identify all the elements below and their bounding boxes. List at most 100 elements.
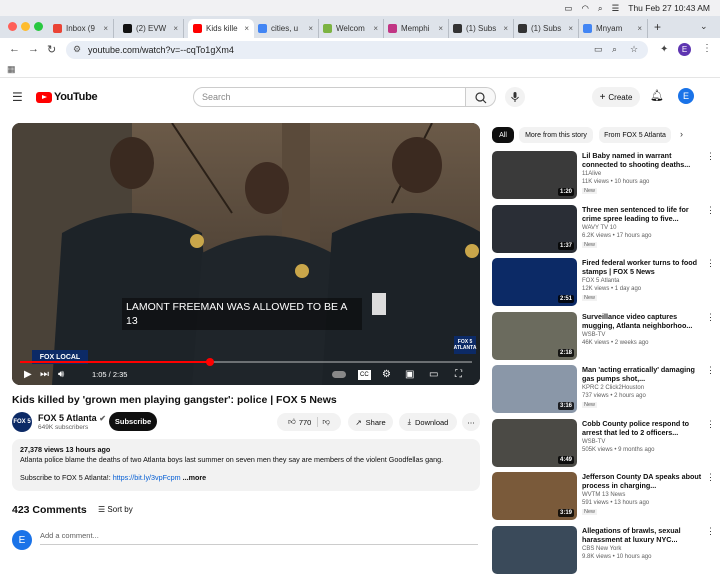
related-thumbnail[interactable]: 3:19 (492, 472, 577, 520)
related-video-item[interactable]: 4:49 Cobb County police respond to arrest… (492, 418, 715, 469)
related-title[interactable]: Cobb County police respond to arrest tha… (582, 419, 702, 437)
battery-icon[interactable]: ▭ (564, 3, 572, 14)
related-video-item[interactable]: Allegations of brawls, sexual harassment… (492, 525, 715, 576)
wifi-icon[interactable]: ◠ (581, 3, 588, 14)
related-channel[interactable]: WSB-TV (582, 332, 605, 338)
related-video-item[interactable]: 2:18 Surveillance video captures mugging,… (492, 311, 715, 362)
chip-more-from-this-story[interactable]: More from this story (519, 127, 593, 143)
chip-from-fox5-atlanta[interactable]: From FOX 5 Atlanta (599, 127, 671, 143)
browser-tab[interactable]: (2) EVW × (118, 19, 184, 38)
related-thumbnail[interactable]: 3:16 (492, 365, 577, 413)
more-vertical-icon[interactable]: ⋮ (706, 258, 715, 269)
close-window-icon[interactable] (8, 22, 17, 31)
tab-close-icon[interactable]: × (637, 24, 642, 33)
related-thumbnail[interactable]: 2:18 (492, 311, 577, 360)
apps-grid-icon[interactable]: ▦ (7, 64, 16, 75)
settings-gear-icon[interactable]: ⚙ (382, 369, 391, 381)
miniplayer-icon[interactable]: ▣ (405, 369, 414, 381)
more-vertical-icon[interactable]: ⋮ (706, 526, 715, 537)
related-video-item[interactable]: 3:19 Jefferson County DA speaks about pro… (492, 472, 715, 522)
related-channel[interactable]: WVTM 13 News (582, 492, 625, 498)
subscribe-link[interactable]: https://bit.ly/3vpFcpm (113, 473, 181, 482)
related-title[interactable]: Fired federal worker turns to food stamp… (582, 258, 702, 276)
browser-tab[interactable]: Inbox (9 × (48, 19, 114, 38)
related-video-item[interactable]: 2:51 Fired federal worker turns to food s… (492, 258, 715, 308)
bookmark-star-icon[interactable]: ☆ (630, 44, 638, 55)
new-tab-icon[interactable]: + (654, 20, 661, 34)
youtube-logo[interactable]: YouTube (36, 91, 98, 103)
share-button[interactable]: ↗ Share (348, 413, 393, 431)
extensions-icon[interactable]: ✦ (660, 44, 668, 55)
show-more-link[interactable]: ...more (181, 473, 207, 482)
fullscreen-icon[interactable]: ⛶ (455, 369, 462, 381)
chip-all[interactable]: All (492, 127, 514, 143)
related-channel[interactable]: WAVY TV 10 (582, 225, 616, 231)
zoom-icon[interactable]: ⌕ (612, 44, 617, 55)
related-thumbnail[interactable] (492, 525, 577, 574)
account-avatar[interactable]: E (678, 88, 694, 104)
more-vertical-icon[interactable]: ⋮ (706, 472, 715, 483)
forward-icon[interactable]: → (28, 43, 39, 55)
notifications-bell-icon[interactable]: 🔔︎ (650, 89, 664, 102)
channel-name[interactable]: FOX 5 Atlanta ✔ (38, 413, 106, 423)
tab-close-icon[interactable]: × (103, 24, 108, 33)
related-channel[interactable]: KPRC 2 Click2Houston (582, 385, 644, 391)
tab-close-icon[interactable]: × (503, 24, 508, 33)
autoplay-toggle[interactable] (332, 371, 346, 378)
tab-search-icon[interactable]: ⌄ (700, 21, 708, 32)
video-progress-bar[interactable] (20, 358, 472, 366)
tab-close-icon[interactable]: × (568, 24, 573, 33)
like-button[interactable]: 👍︎ 770 (288, 417, 319, 427)
tab-close-icon[interactable]: × (173, 24, 178, 33)
menu-kebab-icon[interactable]: ⋮ (702, 43, 712, 54)
hamburger-menu-icon[interactable]: ☰ (12, 90, 23, 104)
browser-tab[interactable]: (1) Subs × (513, 19, 579, 38)
more-vertical-icon[interactable]: ⋮ (706, 312, 715, 323)
more-vertical-icon[interactable]: ⋮ (706, 151, 715, 162)
browser-tab[interactable]: (1) Subs × (448, 19, 514, 38)
video-player[interactable]: LAMONT FREEMAN WAS ALLOWED TO BE A 13 FO… (12, 123, 480, 385)
related-thumbnail[interactable]: 1:20 (492, 151, 577, 199)
subscribe-button[interactable]: Subscribe (109, 412, 157, 431)
related-thumbnail[interactable]: 1:37 (492, 204, 577, 253)
related-video-item[interactable]: 1:20 Lil Baby named in warrant connected … (492, 151, 715, 201)
search-button[interactable] (466, 87, 496, 107)
related-title[interactable]: Man 'acting erratically' damaging gas pu… (582, 365, 702, 383)
theater-mode-icon[interactable]: ▭ (429, 369, 438, 381)
related-video-item[interactable]: 1:37 Three men sentenced to life for crim… (492, 204, 715, 255)
related-title[interactable]: Surveillance video captures mugging, Atl… (582, 312, 702, 330)
more-vertical-icon[interactable]: ⋮ (706, 365, 715, 376)
related-channel[interactable]: WSB-TV (582, 439, 605, 445)
back-icon[interactable]: ← (9, 43, 20, 55)
search-input[interactable]: Search (193, 87, 466, 107)
download-button[interactable]: ⤓ Download (399, 413, 457, 431)
related-channel[interactable]: FOX 5 Atlanta (582, 278, 619, 284)
browser-tab[interactable]: Mnyam × (578, 19, 648, 38)
reload-icon[interactable]: ↻ (47, 43, 56, 56)
related-video-item[interactable]: 3:16 Man 'acting erratically' damaging ga… (492, 365, 715, 415)
voice-search-button[interactable] (505, 87, 525, 107)
browser-tab[interactable]: Kids kille × (188, 19, 254, 38)
browser-tab[interactable]: cities, u × (253, 19, 319, 38)
create-button[interactable]: + Create (592, 87, 640, 107)
site-info-icon[interactable]: ⚙ (73, 44, 81, 55)
dislike-button[interactable]: 👎︎ (322, 417, 330, 427)
more-vertical-icon[interactable]: ⋮ (706, 419, 715, 430)
browser-tab[interactable]: Memphi × (383, 19, 449, 38)
tab-close-icon[interactable]: × (438, 24, 443, 33)
clock[interactable]: Thu Feb 27 10:43 AM (628, 3, 710, 13)
related-title[interactable]: Three men sentenced to life for crime sp… (582, 205, 702, 223)
sort-by-button[interactable]: ☰ Sort by (98, 505, 133, 514)
profile-avatar[interactable]: E (678, 43, 691, 56)
tab-close-icon[interactable]: × (308, 24, 313, 33)
tab-close-icon[interactable]: × (373, 24, 378, 33)
more-actions-button[interactable]: ⋯ (462, 413, 480, 431)
channel-avatar[interactable]: FOX 5 (12, 412, 32, 432)
chips-next-icon[interactable]: › (680, 129, 683, 139)
description-box[interactable]: 27,378 views 13 hours ago Atlanta police… (12, 439, 480, 491)
control-center-icon[interactable]: ☰ (612, 3, 620, 14)
closed-captions-button[interactable]: CC (358, 370, 371, 380)
related-thumbnail[interactable]: 4:49 (492, 418, 577, 467)
more-vertical-icon[interactable]: ⋮ (706, 205, 715, 216)
search-icon[interactable]: ⌕ (598, 3, 603, 14)
